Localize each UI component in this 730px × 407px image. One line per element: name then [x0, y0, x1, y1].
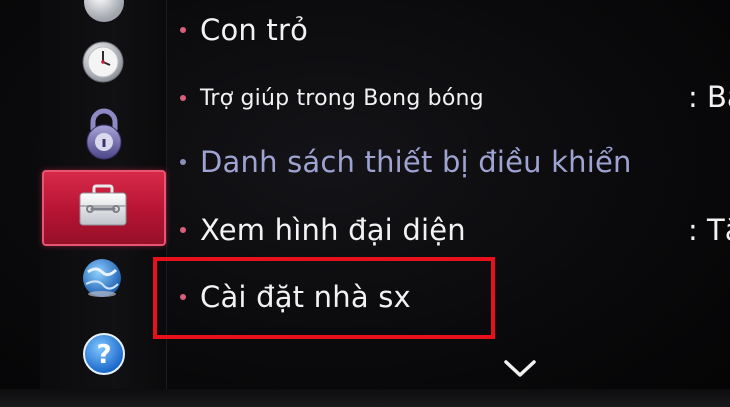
- settings-menu-list: Con trỏ Trợ giúp trong Bong bóng : Bật D…: [170, 0, 730, 407]
- svg-text:?: ?: [96, 340, 111, 370]
- menu-item-cursor[interactable]: Con trỏ: [180, 8, 308, 52]
- menu-item-label: Xem hình đại diện: [200, 213, 466, 247]
- menu-item-label: Con trỏ: [200, 13, 309, 47]
- tv-settings-screen: ? Con trỏ Trợ giúp trong Bong bóng : Bật…: [0, 0, 730, 407]
- clock-icon[interactable]: [79, 38, 127, 86]
- picture-icon[interactable]: [80, 0, 128, 26]
- tv-bezel-bottom: [0, 389, 730, 407]
- bullet-icon: [180, 27, 186, 33]
- help-icon[interactable]: ?: [80, 330, 128, 380]
- menu-item-value: : Tắt: [688, 213, 730, 247]
- menu-item-avatar-view[interactable]: Xem hình đại diện: [180, 208, 466, 252]
- menu-item-value: : Bật: [688, 80, 730, 114]
- menu-item-label: Danh sách thiết bị điều khiển: [200, 145, 632, 179]
- menu-item-device-list[interactable]: Danh sách thiết bị điều khiển: [180, 140, 632, 184]
- bullet-icon: [180, 227, 186, 233]
- menu-item-bubble-help[interactable]: Trợ giúp trong Bong bóng: [180, 76, 484, 120]
- toolbox-icon[interactable]: [74, 178, 132, 236]
- chevron-down-icon[interactable]: [500, 356, 540, 380]
- highlight-box: [153, 257, 495, 339]
- bullet-icon: [180, 159, 186, 165]
- lock-icon[interactable]: [80, 106, 128, 162]
- bullet-icon: [180, 95, 186, 101]
- sidebar: ?: [0, 0, 170, 407]
- network-globe-icon[interactable]: [78, 254, 126, 302]
- menu-item-label: Trợ giúp trong Bong bóng: [200, 85, 484, 111]
